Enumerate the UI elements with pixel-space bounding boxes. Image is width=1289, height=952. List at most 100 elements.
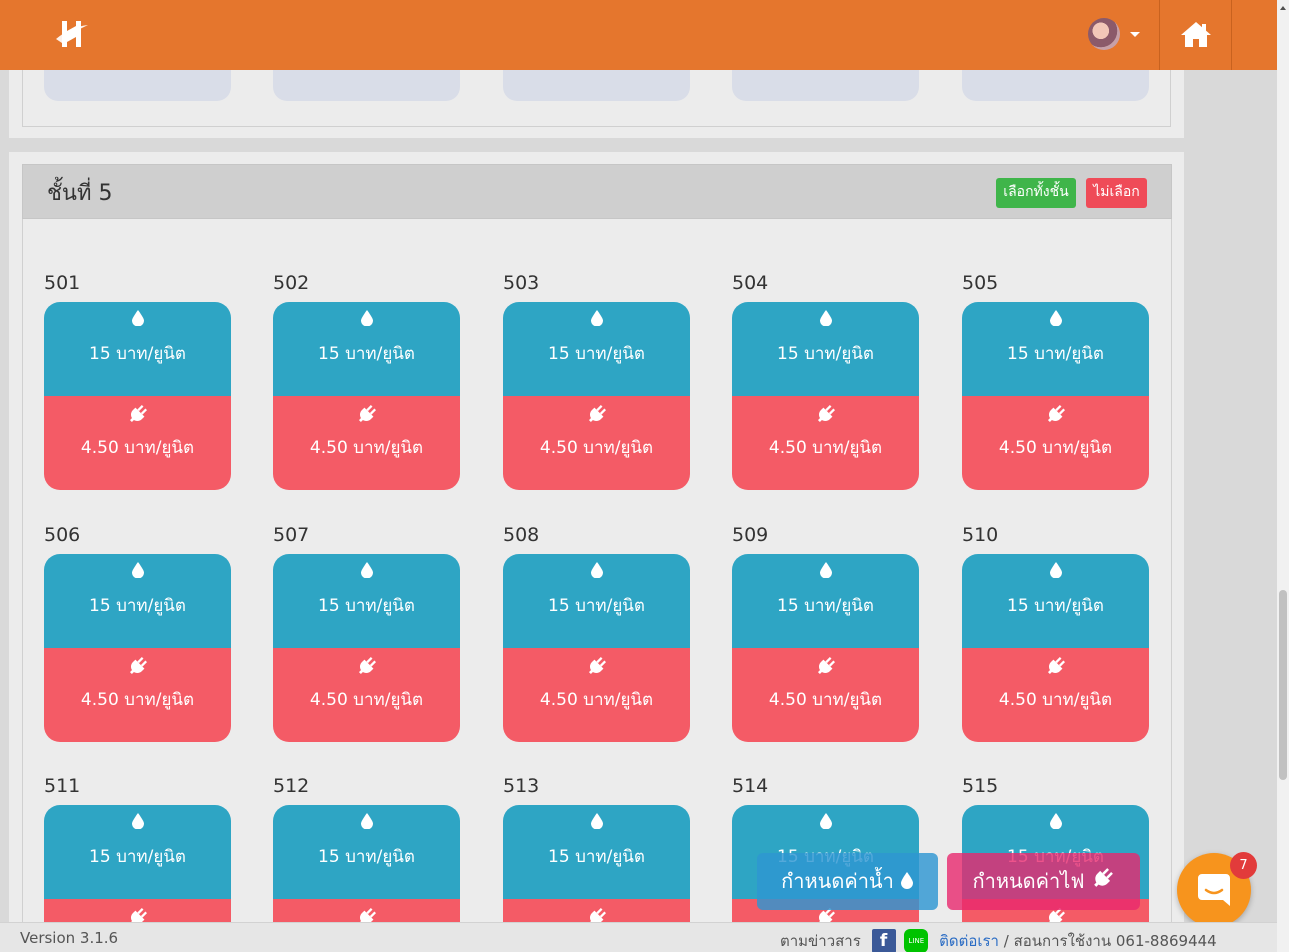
contact-link[interactable]: ติดต่อเรา	[939, 932, 999, 950]
room-card[interactable]: 15 บาท/ยูนิต 4.50 บาท/ยูนิต	[503, 302, 690, 490]
room-card[interactable]	[44, 70, 231, 101]
water-rate: 15 บาท/ยูนิต	[89, 847, 186, 867]
scroll-thumb[interactable]	[1279, 590, 1287, 780]
water-drop-icon	[273, 562, 460, 580]
electric-rate: 4.50 บาท/ยูนิต	[768, 438, 883, 458]
room-card[interactable]: 15 บาท/ยูนิต 4.50 บาท/ยูนิต	[44, 554, 231, 742]
electric-rate-section: 4.50 บาท/ยูนิต	[962, 396, 1149, 490]
room-number: 505	[962, 272, 999, 294]
electric-rate: 4.50 บาท/ยูนิต	[80, 438, 195, 458]
room-number: 515	[962, 775, 999, 797]
room-card[interactable]	[732, 70, 919, 101]
room-card[interactable]: 15 บาท/ยูนิต 4.50 บาท/ยูนิต	[503, 554, 690, 742]
electric-rate-section: 4.50 บาท/ยูนิต	[44, 396, 231, 490]
water-rate: 15 บาท/ยูนิต	[548, 344, 645, 364]
room-card[interactable]: 15 บาท/ยูนิต 4.50 บาท/ยูนิต	[732, 302, 919, 490]
electric-rate: 4.50 บาท/ยูนิต	[539, 690, 654, 710]
plug-icon	[732, 656, 919, 675]
chevron-down-icon[interactable]	[1130, 32, 1140, 37]
room-number: 508	[503, 524, 540, 546]
room-number: 514	[732, 775, 769, 797]
water-rate-section: 15 บาท/ยูนิต	[44, 302, 231, 396]
footer-links: ตามข่าวสาร f LINE ติดต่อเรา / สอนการใช้ง…	[780, 929, 1217, 952]
water-rate: 15 บาท/ยูนิต	[548, 596, 645, 616]
water-drop-icon	[503, 813, 690, 831]
home-icon	[1181, 22, 1211, 47]
top-navbar	[0, 0, 1277, 70]
room-number: 507	[273, 524, 310, 546]
water-rate: 15 บาท/ยูนิต	[1007, 596, 1104, 616]
line-icon[interactable]: LINE	[904, 929, 929, 952]
room-card[interactable]	[503, 70, 690, 101]
room-card[interactable]: 15 บาท/ยูนิต 4.50 บาท/ยูนิต	[962, 554, 1149, 742]
electric-rate: 4.50 บาท/ยูนิต	[309, 438, 424, 458]
room-card[interactable]: 15 บาท/ยูนิต 4.50 บาท/ยูนิต	[273, 302, 460, 490]
room-number: 513	[503, 775, 540, 797]
set-electric-rate-label: กำหนดค่าไฟ	[972, 869, 1085, 893]
room-card[interactable]	[273, 70, 460, 101]
water-drop-icon	[732, 562, 919, 580]
water-drop-icon	[44, 813, 231, 831]
water-rate-section: 15 บาท/ยูนิต	[44, 805, 231, 899]
water-drop-icon	[503, 310, 690, 328]
plug-icon	[273, 656, 460, 675]
plug-icon	[1091, 854, 1115, 911]
home-button[interactable]	[1161, 0, 1231, 70]
water-rate: 15 บาท/ยูนิต	[318, 847, 415, 867]
deselect-button[interactable]: ไม่เลือก	[1086, 178, 1147, 208]
avatar[interactable]	[1088, 18, 1120, 50]
water-drop-icon	[273, 310, 460, 328]
water-drop-icon	[962, 562, 1149, 580]
facebook-icon[interactable]: f	[871, 929, 896, 952]
electric-rate: 4.50 บาท/ยูนิต	[539, 438, 654, 458]
plug-icon	[44, 404, 231, 423]
plug-icon	[503, 656, 690, 675]
floor-title: ชั้นที่ 5	[47, 181, 113, 206]
room-card[interactable]: 15 บาท/ยูนิต 4.50 บาท/ยูนิต	[962, 302, 1149, 490]
water-rate-section: 15 บาท/ยูนิต	[44, 554, 231, 648]
chat-icon	[1198, 874, 1230, 906]
water-rate-section: 15 บาท/ยูนิต	[732, 554, 919, 648]
electric-rate-section: 4.50 บาท/ยูนิต	[273, 396, 460, 490]
water-rate-section: 15 บาท/ยูนิต	[962, 554, 1149, 648]
set-electric-rate-button[interactable]: กำหนดค่าไฟ	[947, 853, 1140, 910]
room-card[interactable]: 15 บาท/ยูนิต 4.50 บาท/ยูนิต	[732, 554, 919, 742]
water-drop-icon	[732, 310, 919, 328]
room-card[interactable]	[962, 70, 1149, 101]
set-water-rate-button[interactable]: กำหนดค่าน้ำ	[757, 853, 938, 910]
electric-rate: 4.50 บาท/ยูนิต	[998, 438, 1113, 458]
select-all-floor-button[interactable]: เลือกทั้งชั้น	[996, 178, 1076, 208]
navbar-divider	[1159, 0, 1160, 70]
plug-icon	[44, 656, 231, 675]
water-rate: 15 บาท/ยูนิต	[89, 596, 186, 616]
navbar-divider	[1231, 0, 1232, 70]
water-rate-section: 15 บาท/ยูนิต	[732, 302, 919, 396]
electric-rate: 4.50 บาท/ยูนิต	[998, 690, 1113, 710]
footer-separator: /	[1003, 932, 1014, 950]
water-rate-section: 15 บาท/ยูนิต	[962, 302, 1149, 396]
water-drop-icon	[962, 310, 1149, 328]
water-rate: 15 บาท/ยูนิต	[89, 344, 186, 364]
water-drop-icon	[44, 310, 231, 328]
follow-news-label: ตามข่าวสาร	[780, 932, 861, 950]
water-drop-icon	[900, 854, 914, 911]
usage-guide-link[interactable]: สอนการใช้งาน	[1014, 932, 1112, 950]
water-drop-icon	[962, 813, 1149, 831]
scroll-up-icon[interactable]	[1280, 6, 1286, 10]
water-rate-section: 15 บาท/ยูนิต	[273, 805, 460, 899]
water-rate-section: 15 บาท/ยูนิต	[503, 554, 690, 648]
room-card[interactable]: 15 บาท/ยูนิต 4.50 บาท/ยูนิต	[273, 554, 460, 742]
room-number: 506	[44, 524, 81, 546]
water-drop-icon	[503, 562, 690, 580]
page-scrollbar[interactable]	[1277, 0, 1289, 952]
water-rate: 15 บาท/ยูนิต	[777, 344, 874, 364]
room-number: 512	[273, 775, 310, 797]
water-rate-section: 15 บาท/ยูนิต	[503, 805, 690, 899]
plug-icon	[273, 404, 460, 423]
notification-badge: 7	[1230, 852, 1257, 879]
water-rate-section: 15 บาท/ยูนิต	[503, 302, 690, 396]
plug-icon	[732, 404, 919, 423]
water-rate: 15 บาท/ยูนิต	[777, 596, 874, 616]
logo-icon[interactable]	[54, 17, 90, 51]
room-card[interactable]: 15 บาท/ยูนิต 4.50 บาท/ยูนิต	[44, 302, 231, 490]
